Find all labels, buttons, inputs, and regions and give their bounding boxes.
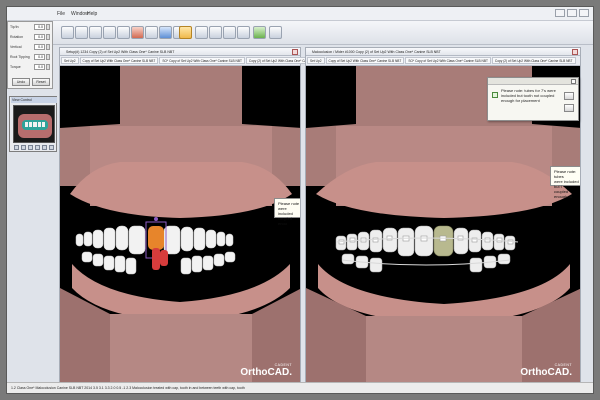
tooth-icon[interactable] [159,26,172,39]
adjustment-panel: Tip/In 0.0 Rotation 0.0 Vertical 0.0 Roo… [7,21,53,89]
field-input[interactable]: 0.0 [34,24,45,30]
ipr-icon[interactable] [237,26,250,39]
toolbar [7,21,593,45]
view-left-icon[interactable] [21,145,26,150]
field-label: Root Tipping [10,55,30,59]
logo-main: OrthoCAD. [240,367,292,378]
measure-icon[interactable] [145,26,158,39]
monitor-frame: File Window Help Tip/In 0.0 Rotation 0.0… [0,0,600,400]
redo-icon[interactable] [117,26,130,39]
menu-file[interactable]: File [57,11,65,17]
close-icon[interactable] [571,79,576,84]
popup-titlebar [488,78,578,85]
view-top-icon[interactable] [35,145,40,150]
pane-title: Setup(#) 1234 Copy (2) of Set Up2 With C… [60,48,300,56]
close-button[interactable] [579,9,589,17]
field-label: Vertical [10,45,22,49]
logo-main: OrthoCAD. [520,367,572,378]
print-icon[interactable] [89,26,102,39]
orthocad-logo: CADENT OrthoCAD. [240,363,292,378]
popup-next-button[interactable] [564,92,574,100]
undo-icon[interactable] [103,26,116,39]
arch-icon[interactable] [195,26,208,39]
field-input[interactable]: 0.0 [34,54,45,60]
field-label: Rotation [10,35,24,39]
spinner-icon[interactable] [46,24,50,30]
menu-bar: File Window Help [7,7,593,21]
spinner-icon[interactable] [46,64,50,70]
popup-message: Please note: tubes for 7's were included… [501,88,556,103]
tab-setup[interactable]: Set Up2 [61,57,79,64]
help-icon[interactable] [269,26,282,39]
spinner-icon[interactable] [46,44,50,50]
spinner-icon[interactable] [46,54,50,60]
view-rotate-icon[interactable] [49,145,54,150]
view-bottom-icon[interactable] [42,145,47,150]
view-thumbnail[interactable] [13,105,55,143]
left-model-pane: Setup(#) 1234 Copy (2) of Set Up2 With C… [59,47,330,384]
compare-icon[interactable] [223,26,236,39]
field-input[interactable]: 0.0 [34,44,45,50]
magnet-icon[interactable] [131,26,144,39]
field-label: Torque [10,65,21,69]
field-row: Root Tipping 0.0 [10,54,52,62]
pane-tabs: Set Up2 Copy of Set Up2 With Class One* … [306,56,580,66]
tube-note: Please note: tubes were included but t c… [550,166,580,199]
view-right-icon[interactable] [28,145,33,150]
field-label: Tip/In [10,25,19,29]
undo-button[interactable]: Undo [12,78,30,86]
popup-lock-button[interactable] [564,104,574,112]
view-front-icon[interactable] [14,145,19,150]
status-bar: 1.2 Class One* Malocclusion Canine SLB N… [7,382,593,393]
teeth-select-icon[interactable] [209,26,222,39]
field-row: Vertical 0.0 [10,44,52,52]
tab-copy[interactable]: Copy of Set Up2 With Class One* Canine S… [325,57,405,64]
field-input[interactable]: 0.0 [34,64,45,70]
minimize-button[interactable] [555,9,565,17]
save-icon[interactable] [75,26,88,39]
reset-button[interactable]: Reset [32,78,50,86]
spinner-icon[interactable] [46,34,50,40]
notification-popup: Please note: tubes for 7's were included… [487,77,579,121]
pane-tabs: Set Up2 Copy of Set Up2 With Class One* … [60,56,330,66]
view-control-panel: View Control [9,96,57,152]
tab-so-copy[interactable]: SO* Copy of Set Up2 With Class One* Cani… [159,57,245,64]
open-icon[interactable] [61,26,74,39]
window-controls [555,9,589,17]
person-icon[interactable] [253,26,266,39]
check-icon [492,92,498,98]
close-icon[interactable] [572,49,578,55]
3d-viewport[interactable]: Please note were included coupled enou C… [60,66,300,384]
tab-copy-2[interactable]: Copy (2) of Set Up2 With Class One* Cani… [491,57,576,64]
field-input[interactable]: 0.0 [34,34,45,40]
field-row: Rotation 0.0 [10,34,52,42]
tab-so-copy[interactable]: SO* Copy of Set Up2 With Class One* Cani… [405,57,491,64]
tab-setup[interactable]: Set Up2 [307,57,325,64]
app-window: File Window Help Tip/In 0.0 Rotation 0.0… [6,6,594,394]
field-row: Tip/In 0.0 [10,24,52,32]
view-control-title: View Control [11,97,57,103]
dental-model-left[interactable] [60,66,300,384]
maximize-button[interactable] [567,9,577,17]
tube-note: Please note were included coupled enou [274,198,300,226]
bracket-icon[interactable] [179,26,192,39]
pane-title: Malocclusion / Mider #1000 Copy (2) of S… [306,48,580,56]
orthocad-logo: CADENT OrthoCAD. [520,363,572,378]
menu-help[interactable]: Help [87,11,97,17]
field-row: Torque 0.0 [10,64,52,72]
close-icon[interactable] [292,49,298,55]
tab-copy[interactable]: Copy of Set Up2 With Class One* Canine S… [79,57,159,64]
